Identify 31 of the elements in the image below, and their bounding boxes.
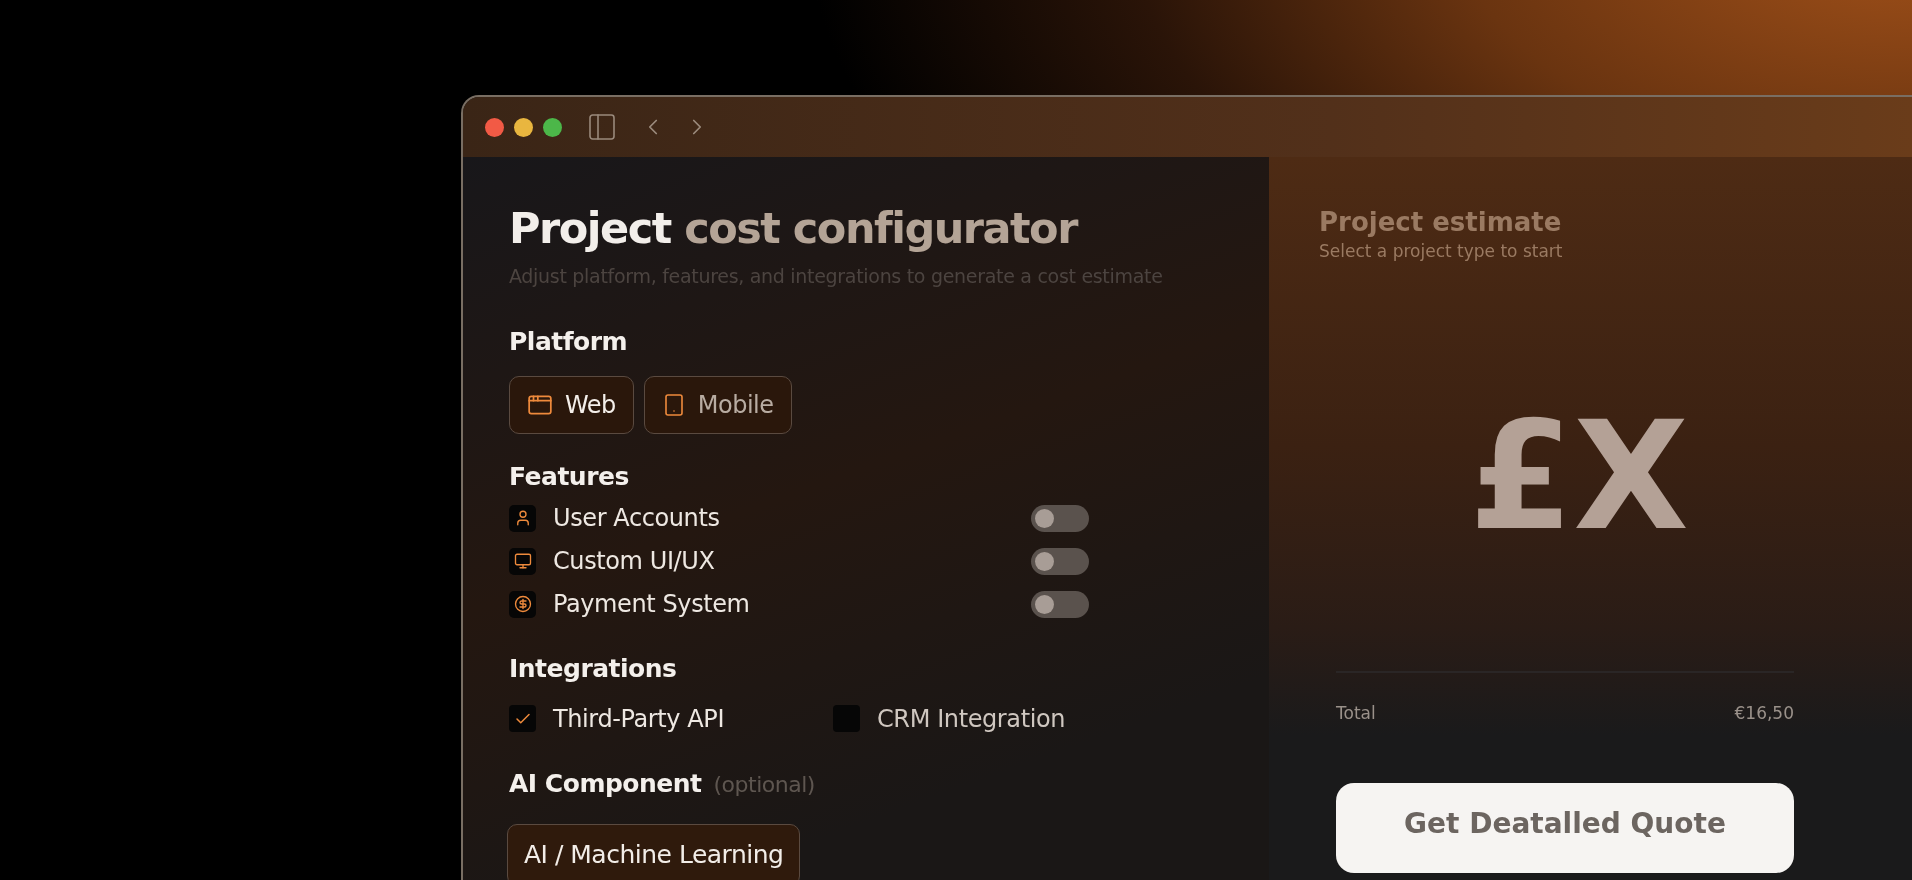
minimize-button[interactable] <box>514 117 533 137</box>
dollar-coin-icon <box>513 595 532 614</box>
section-heading: Integrations <box>509 653 678 683</box>
feature-label: Custom UI/UX <box>553 547 715 576</box>
checkbox-label: Third-Party API <box>553 704 725 733</box>
platform-option[interactable]: Mobile <box>643 375 792 434</box>
close-button[interactable] <box>485 117 504 137</box>
checkbox[interactable] <box>833 705 860 733</box>
platform-option[interactable]: Web <box>509 375 634 434</box>
checkbox[interactable] <box>509 705 536 733</box>
toggle-switch[interactable] <box>1031 590 1089 618</box>
estimate-amount: £X <box>1469 401 1690 551</box>
maximize-button[interactable] <box>543 117 562 137</box>
toggle-switch[interactable] <box>1031 547 1089 575</box>
checkbox-label: CRM Integration <box>877 704 1066 733</box>
optional-note: (optional) <box>713 771 815 797</box>
page-title: Project cost configurator <box>509 203 1079 255</box>
feature-label: Payment System <box>553 590 750 619</box>
ai-option[interactable]: AI / Machine Learning <box>507 823 801 880</box>
toggle-switch[interactable] <box>1031 504 1089 532</box>
section-heading: AI Component <box>509 768 702 798</box>
section-heading: Features <box>509 461 630 491</box>
estimate-subtitle: Select a project type to start <box>1319 241 1564 261</box>
feature-label: User Accounts <box>553 504 720 533</box>
quote-button[interactable]: Get Deatalled Quote <box>1336 783 1794 873</box>
section-heading: Platform <box>509 326 629 356</box>
sidebar-toggle-icon[interactable] <box>586 111 618 143</box>
total-value: €16,50 <box>1734 703 1794 723</box>
estimate-title: Project estimate <box>1319 207 1563 237</box>
total-label: Total <box>1336 703 1376 723</box>
monitor-icon <box>513 552 532 571</box>
